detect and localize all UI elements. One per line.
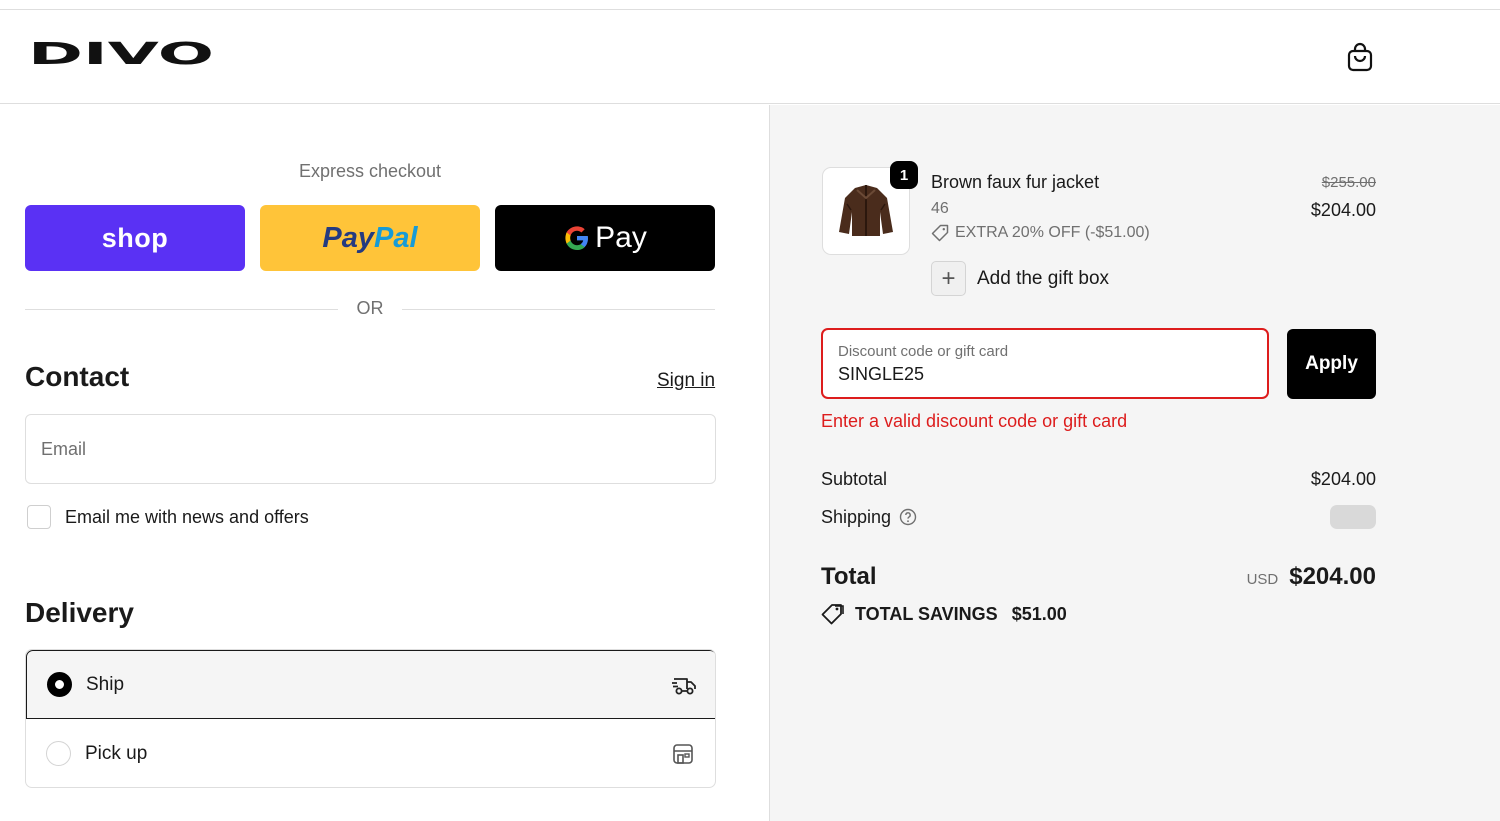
shop-pay-button[interactable]: shop xyxy=(25,205,245,271)
item-price: $204.00 xyxy=(1310,200,1376,220)
total-label: Total xyxy=(821,563,877,590)
add-gift-box-button[interactable]: + Add the gift box xyxy=(931,261,1109,296)
total-currency: USD xyxy=(1246,571,1279,588)
delivery-options: Ship Pick up xyxy=(25,649,716,788)
pickup-label: Pick up xyxy=(85,742,148,764)
shipping-row: Shipping xyxy=(821,504,1376,530)
discount-error-message: Enter a valid discount code or gift card xyxy=(821,411,1128,431)
shop-pay-label: shop xyxy=(101,222,169,253)
shipping-label: Shipping xyxy=(821,506,892,527)
original-price: $255.00 xyxy=(1321,174,1376,191)
google-pay-button[interactable]: Pay xyxy=(495,205,715,271)
total-value: $204.00 xyxy=(1289,563,1376,590)
help-icon[interactable] xyxy=(899,508,917,526)
newsletter-label: Email me with news and offers xyxy=(65,506,309,527)
ship-radio[interactable] xyxy=(47,672,72,697)
subtotal-value: $204.00 xyxy=(1310,468,1376,489)
shipping-value-placeholder xyxy=(1330,505,1376,529)
newsletter-checkbox[interactable] xyxy=(27,505,51,529)
discount-field-label: Discount code or gift card xyxy=(838,343,1009,360)
total-savings: TOTAL SAVINGS $51.00 xyxy=(821,603,1067,625)
store-icon xyxy=(670,741,696,767)
svg-text:DIVO: DIVO xyxy=(28,40,214,66)
product-variant: 46 xyxy=(931,200,949,217)
checkout-form-panel: Express checkout shop PayPal Pay OR Cont… xyxy=(0,105,769,821)
total-row: Total USD $204.00 xyxy=(821,560,1376,594)
savings-value: $51.00 xyxy=(1011,603,1067,624)
subtotal-label: Subtotal xyxy=(821,468,888,489)
newsletter-checkbox-row[interactable]: Email me with news and offers xyxy=(27,505,309,529)
plus-icon: + xyxy=(931,261,966,296)
product-discount: EXTRA 20% OFF (-$51.00) xyxy=(931,224,1150,242)
paypal-button[interactable]: PayPal xyxy=(260,205,480,271)
or-divider: OR xyxy=(25,298,715,322)
tag-icon xyxy=(931,224,949,242)
contact-title: Contact xyxy=(25,361,130,392)
google-g-icon xyxy=(565,226,589,250)
truck-icon xyxy=(671,672,697,698)
gift-box-label: Add the gift box xyxy=(977,267,1110,289)
paypal-logo: PayPal xyxy=(322,221,418,254)
google-pay-label: Pay xyxy=(595,221,647,254)
ship-label: Ship xyxy=(86,673,125,695)
delivery-title: Delivery xyxy=(25,597,134,628)
site-header: DIVO xyxy=(0,10,1500,104)
sign-in-link[interactable]: Sign in xyxy=(657,370,715,392)
pickup-radio[interactable] xyxy=(46,741,71,766)
or-label: OR xyxy=(356,298,384,318)
divo-logo[interactable]: DIVO xyxy=(28,37,216,72)
discount-code-field[interactable]: Discount code or gift card SINGLE25 xyxy=(821,328,1269,399)
subtotal-row: Subtotal $204.00 xyxy=(821,466,1376,492)
jacket-image xyxy=(839,185,893,236)
delivery-option-pickup[interactable]: Pick up xyxy=(26,719,715,787)
quantity-badge: 1 xyxy=(890,161,918,189)
order-summary-panel: 1 Brown faux fur jacket 46 EXTRA 20% OFF… xyxy=(769,105,1500,821)
email-field[interactable] xyxy=(25,414,716,484)
apply-button[interactable]: Apply xyxy=(1287,329,1376,399)
discount-field-value[interactable]: SINGLE25 xyxy=(838,364,1252,385)
express-checkout-title: Express checkout xyxy=(298,161,442,181)
cart-button[interactable] xyxy=(1343,40,1377,74)
shopping-bag-icon xyxy=(1347,42,1373,72)
delivery-option-ship[interactable]: Ship xyxy=(26,650,715,719)
savings-tag-icon xyxy=(821,604,844,625)
savings-label: TOTAL SAVINGS xyxy=(855,603,998,624)
product-discount-text: EXTRA 20% OFF (-$51.00) xyxy=(955,224,1150,241)
product-name: Brown faux fur jacket xyxy=(931,172,1100,192)
